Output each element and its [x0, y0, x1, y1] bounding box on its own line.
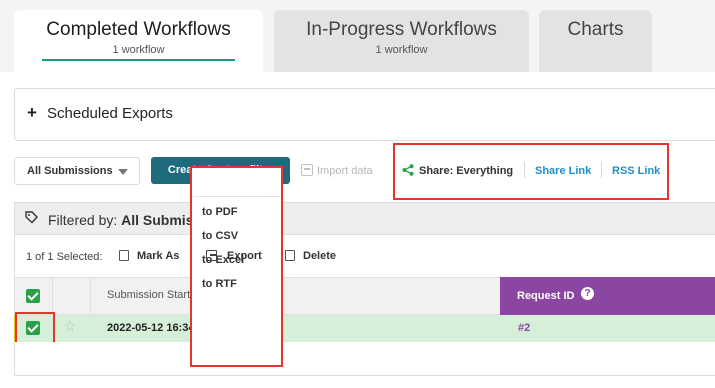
document-icon	[119, 250, 129, 261]
export-label: Export	[227, 250, 262, 262]
tab-label: Charts	[567, 19, 624, 40]
export-menu: to PDF to CSV to Excel to RTF	[193, 196, 280, 364]
tab-charts[interactable]: Charts	[539, 10, 652, 72]
export-to-rtf[interactable]: to RTF	[202, 278, 237, 290]
divider	[524, 162, 525, 178]
tab-count: 1 workflow	[375, 44, 428, 56]
mark-as-button[interactable]: Mark As	[119, 250, 179, 262]
expand-plus-icon[interactable]: +	[27, 103, 37, 123]
scheduled-exports-section[interactable]: + Scheduled Exports	[14, 88, 715, 141]
delete-label: Delete	[303, 250, 337, 262]
export-to-pdf[interactable]: to PDF	[202, 206, 237, 218]
scheduled-exports-label: Scheduled Exports	[47, 105, 173, 122]
rss-link[interactable]: RSS Link	[612, 165, 660, 177]
export-button[interactable]: Export	[206, 250, 262, 262]
submissions-filter-select[interactable]: All Submissions	[14, 157, 140, 185]
select-value: All Submissions	[27, 165, 113, 177]
tab-bar: Completed Workflows 1 workflow In-Progre…	[0, 0, 715, 72]
tab-in-progress-workflows[interactable]: In-Progress Workflows 1 workflow	[274, 10, 529, 72]
share-link[interactable]: Share Link	[535, 165, 591, 177]
export-to-csv[interactable]: to CSV	[202, 230, 238, 242]
active-tab-underline	[42, 59, 235, 61]
import-data-label: Import data	[317, 165, 373, 177]
filter-bar: Filtered by: All Submissions	[14, 202, 715, 235]
trash-icon	[285, 250, 295, 261]
divider	[601, 162, 602, 178]
import-data-button[interactable]: Import data	[301, 164, 373, 177]
row-submission-start: 2022-05-12 16:34	[107, 322, 195, 334]
bulk-actions-bar: 1 of 1 Selected: Mark As Delete	[14, 235, 715, 277]
request-id-label: Request ID	[517, 290, 575, 302]
mark-as-label: Mark As	[137, 250, 180, 262]
row-request-id[interactable]: #2	[518, 322, 530, 334]
select-all-checkbox[interactable]	[26, 289, 40, 303]
table-empty-area	[14, 342, 715, 376]
column-header-submission-start[interactable]: Submission Start	[107, 289, 190, 301]
delete-button[interactable]: Delete	[285, 250, 336, 262]
selection-count: 1 of 1 Selected:	[26, 251, 103, 263]
tab-count: 1 workflow	[112, 44, 165, 56]
star-icon[interactable]: ☆	[63, 317, 76, 335]
share-icon	[402, 164, 414, 176]
column-header-request-id[interactable]: Request ID ?	[500, 277, 715, 315]
export-icon	[206, 250, 217, 261]
checkbox-highlight-box	[15, 312, 55, 345]
help-icon[interactable]: ?	[581, 287, 594, 300]
tab-label: Completed Workflows	[46, 19, 231, 40]
filter-prefix: Filtered by:	[48, 212, 118, 228]
tag-icon	[25, 211, 38, 224]
import-icon	[301, 164, 313, 176]
tab-label: In-Progress Workflows	[306, 19, 497, 40]
tab-completed-workflows[interactable]: Completed Workflows 1 workflow	[14, 10, 263, 72]
chevron-down-icon	[118, 169, 128, 175]
share-everything-button[interactable]: Share: Everything	[419, 165, 513, 177]
